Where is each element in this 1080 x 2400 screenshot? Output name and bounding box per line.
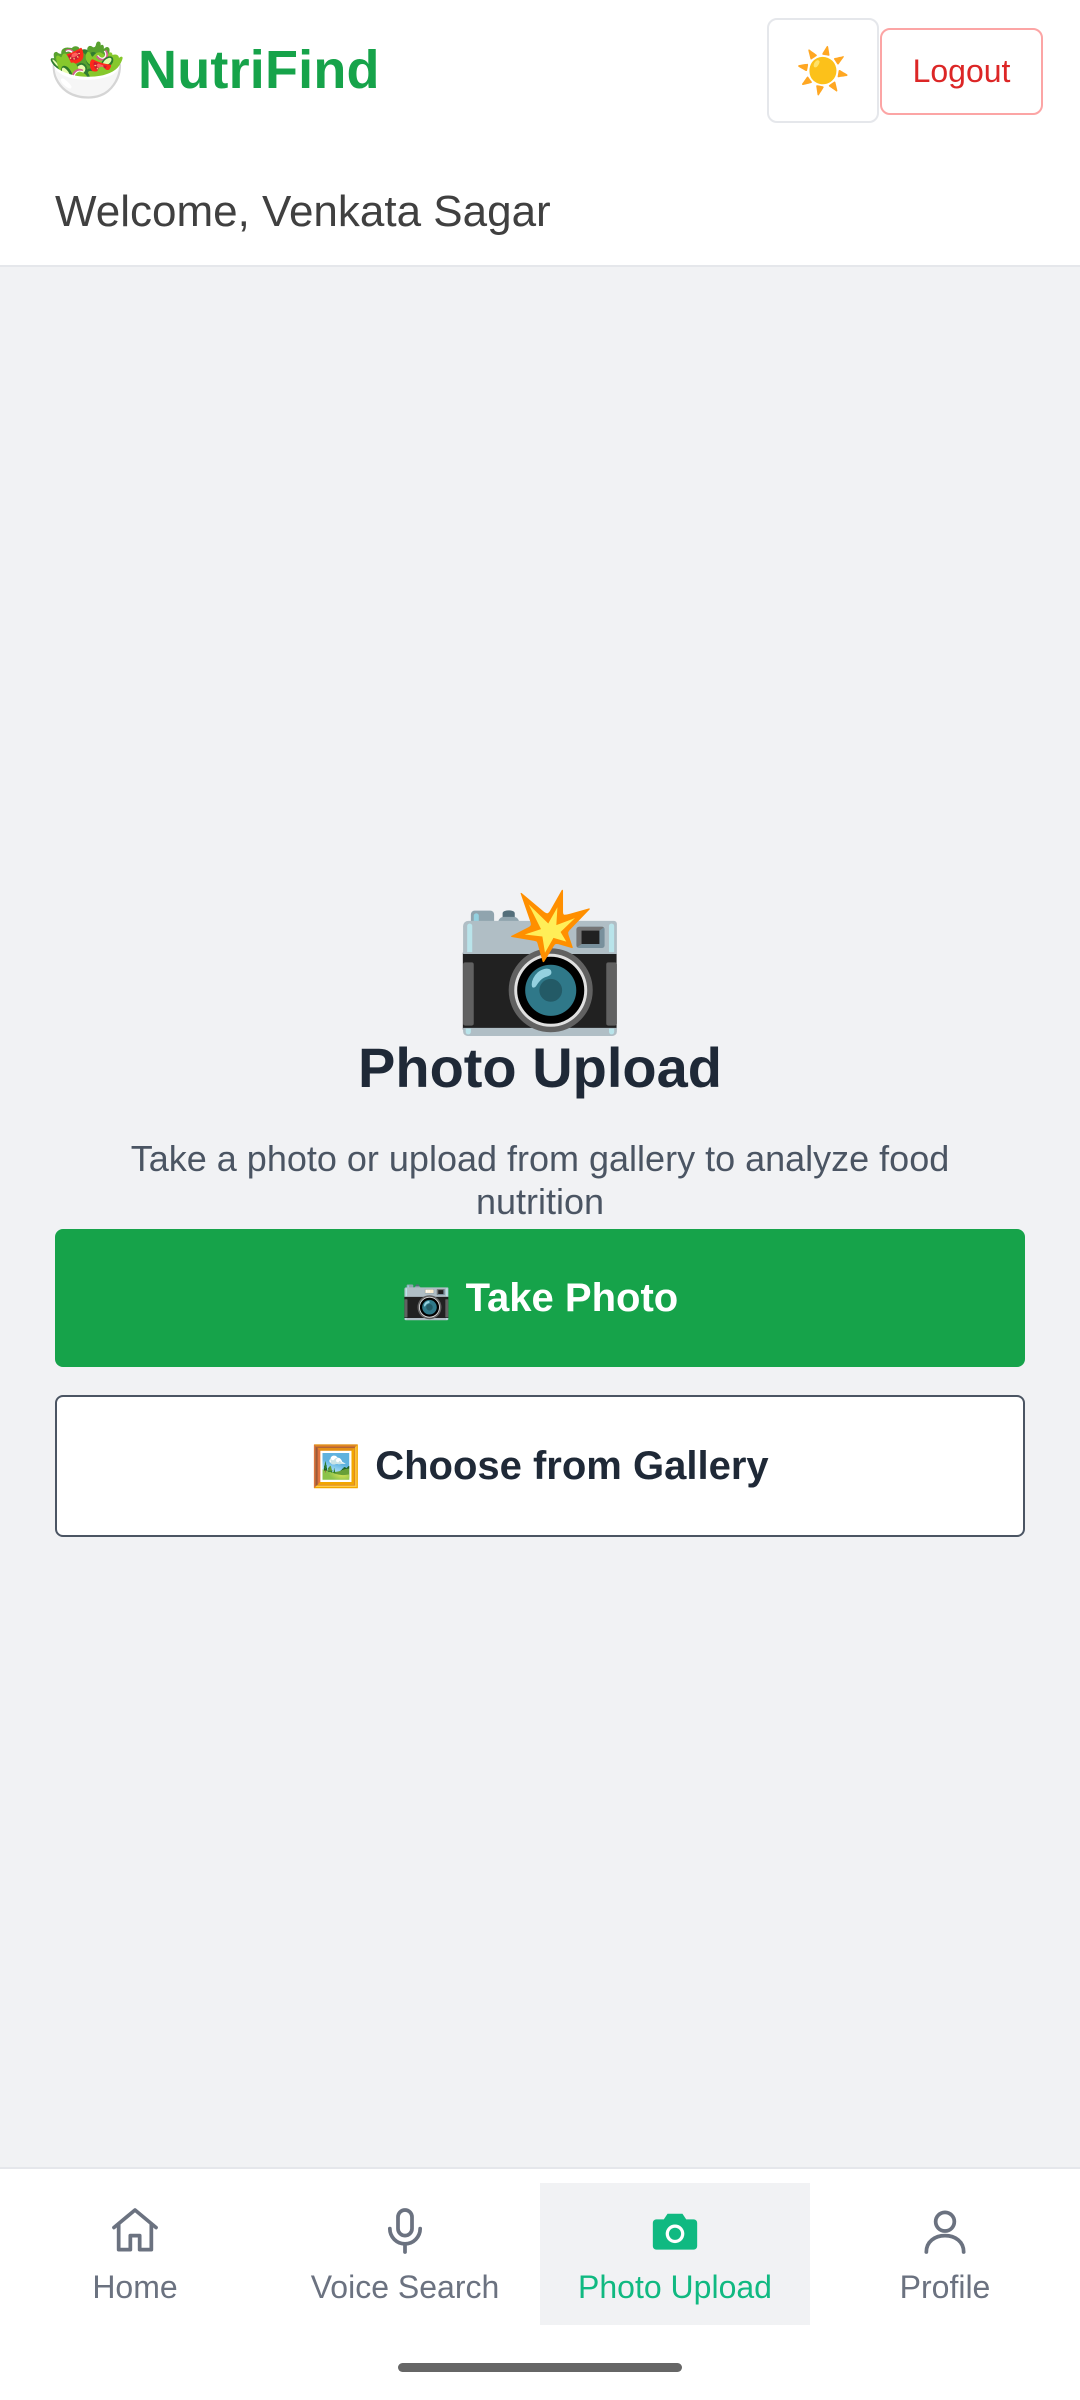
gallery-label: Choose from Gallery: [375, 1443, 769, 1488]
framed-picture-icon: 🖼️: [311, 1444, 362, 1489]
welcome-bar: Welcome, Venkata Sagar: [0, 145, 1080, 267]
camera-icon: 📷: [401, 1276, 452, 1321]
camera-icon: [652, 2213, 698, 2250]
nav-item-profile[interactable]: Profile: [810, 2183, 1080, 2325]
brand: 🥗 NutriFind: [40, 30, 380, 110]
logout-button[interactable]: Logout: [880, 28, 1043, 115]
nav-label-voice-search: Voice Search: [310, 2269, 500, 2305]
choose-from-gallery-button[interactable]: 🖼️ Choose from Gallery: [55, 1395, 1025, 1537]
page-subtitle: Take a photo or upload from gallery to a…: [130, 1138, 950, 1222]
photo-upload-screen: 📸 Photo Upload Take a photo or upload fr…: [0, 267, 1080, 2167]
home-icon: [112, 2208, 158, 2252]
nav-item-home[interactable]: Home: [0, 2183, 270, 2325]
brand-name: NutriFind: [138, 40, 380, 100]
home-indicator[interactable]: [398, 2363, 682, 2372]
take-photo-label: Take Photo: [465, 1275, 679, 1320]
salad-bowl-logo-icon: 🥗: [47, 34, 127, 106]
user-icon: [924, 2210, 966, 2254]
page-title: Photo Upload: [358, 1036, 722, 1099]
welcome-text: Welcome, Venkata Sagar: [55, 187, 551, 236]
camera-flash-icon: 📸: [452, 880, 628, 1037]
nav-item-photo-upload[interactable]: Photo Upload: [540, 2183, 810, 2325]
nav-label-photo-upload: Photo Upload: [578, 2269, 772, 2305]
nav-label-home: Home: [92, 2269, 178, 2305]
take-photo-button[interactable]: 📷 Take Photo: [55, 1229, 1025, 1367]
nav-label-profile: Profile: [899, 2269, 991, 2305]
theme-toggle-button[interactable]: ☀️: [767, 18, 879, 123]
nav-item-voice-search[interactable]: Voice Search: [270, 2183, 540, 2325]
app-header: 🥗 NutriFind ☀️ Logout: [0, 0, 1080, 145]
microphone-icon: [387, 2208, 423, 2254]
sun-icon: ☀️: [795, 46, 851, 96]
